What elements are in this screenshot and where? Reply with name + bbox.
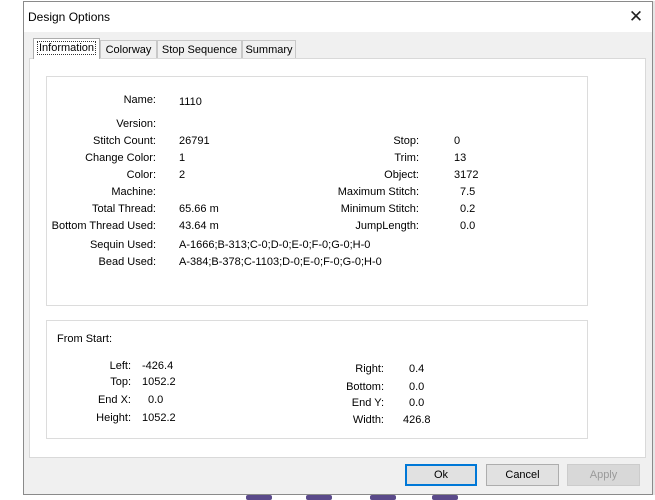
object-value: 3172 [454, 169, 479, 181]
height-value: 1052.2 [142, 412, 176, 424]
close-icon[interactable]: ✕ [620, 2, 652, 32]
embroidery-fragment [432, 495, 458, 500]
design-options-dialog: Design Options ✕ Information Colorway St… [23, 1, 653, 495]
embroidery-fragment [306, 495, 332, 500]
end-y-label: End Y: [351, 397, 384, 409]
tab-information-label: Information [36, 41, 97, 55]
sequin-used-label: Sequin Used: [89, 239, 156, 251]
top-label: Top: [110, 376, 131, 388]
embroidery-fragment [246, 495, 272, 500]
stitch-count-value: 26791 [179, 135, 210, 147]
minimum-stitch-label: Minimum Stitch: [340, 203, 419, 215]
tab-stop-sequence-label: Stop Sequence [161, 44, 238, 56]
cancel-button[interactable]: Cancel [486, 464, 559, 486]
end-x-value: 0.0 [148, 394, 164, 406]
design-info-group: Name: 1110 Version: Stitch Count: 26791 … [46, 76, 588, 306]
stop-value: 0 [454, 135, 461, 147]
tab-colorway-label: Colorway [105, 44, 152, 56]
right-value: 0.4 [409, 363, 425, 375]
machine-label: Machine: [111, 186, 156, 198]
height-label: Height: [96, 412, 131, 424]
maximum-stitch-value: 7.5 [460, 186, 476, 198]
tab-summary[interactable]: Summary [242, 40, 296, 58]
left-value: -426.4 [142, 360, 174, 372]
tab-colorway[interactable]: Colorway [100, 40, 157, 58]
tab-summary-label: Summary [245, 44, 293, 56]
bottom-thread-label: Bottom Thread Used: [51, 220, 156, 232]
name-value: 1110 [179, 96, 202, 108]
bead-used-value: A-384;B-378;C-1103;D-0;E-0;F-0;G-0;H-0 [179, 256, 382, 268]
tab-information[interactable]: Information [33, 38, 100, 59]
right-label: Right: [355, 363, 384, 375]
version-label: Version: [116, 118, 156, 130]
bottom-label: Bottom: [346, 381, 384, 393]
title-bar[interactable]: Design Options ✕ [24, 2, 652, 32]
jump-length-value: 0.0 [460, 220, 476, 232]
apply-button[interactable]: Apply [567, 464, 640, 486]
total-thread-label: Total Thread: [91, 203, 156, 215]
change-color-label: Change Color: [85, 152, 156, 164]
top-value: 1052.2 [142, 376, 176, 388]
trim-label: Trim: [394, 152, 419, 164]
object-label: Object: [384, 169, 419, 181]
width-label: Width: [352, 414, 384, 426]
tab-stop-sequence[interactable]: Stop Sequence [157, 40, 242, 58]
jump-length-label: JumpLength: [355, 220, 419, 232]
minimum-stitch-value: 0.2 [460, 203, 476, 215]
end-x-label: End X: [97, 394, 131, 406]
from-start-group: From Start: Left: -426.4 Top: 1052.2 End… [46, 320, 588, 439]
end-y-value: 0.0 [409, 397, 425, 409]
ok-button[interactable]: Ok [405, 464, 477, 486]
total-thread-value: 65.66 m [179, 203, 219, 215]
embroidery-fragment [370, 495, 396, 500]
maximum-stitch-label: Maximum Stitch: [337, 186, 419, 198]
name-label: Name: [123, 94, 156, 106]
bead-used-label: Bead Used: [98, 256, 156, 268]
color-value: 2 [179, 169, 186, 181]
trim-value: 13 [454, 152, 467, 164]
bottom-value: 0.0 [409, 381, 425, 393]
bottom-thread-value: 43.64 m [179, 220, 219, 232]
information-panel: Name: 1110 Version: Stitch Count: 26791 … [29, 58, 646, 458]
change-color-value: 1 [179, 152, 186, 164]
from-start-heading: From Start: [57, 333, 113, 345]
left-label: Left: [109, 360, 131, 372]
dialog-title: Design Options [28, 10, 111, 24]
sequin-used-value: A-1666;B-313;C-0;D-0;E-0;F-0;G-0;H-0 [179, 239, 371, 251]
stop-label: Stop: [393, 135, 419, 147]
width-value: 426.8 [403, 414, 431, 426]
color-label: Color: [126, 169, 156, 181]
stitch-count-label: Stitch Count: [93, 135, 156, 147]
